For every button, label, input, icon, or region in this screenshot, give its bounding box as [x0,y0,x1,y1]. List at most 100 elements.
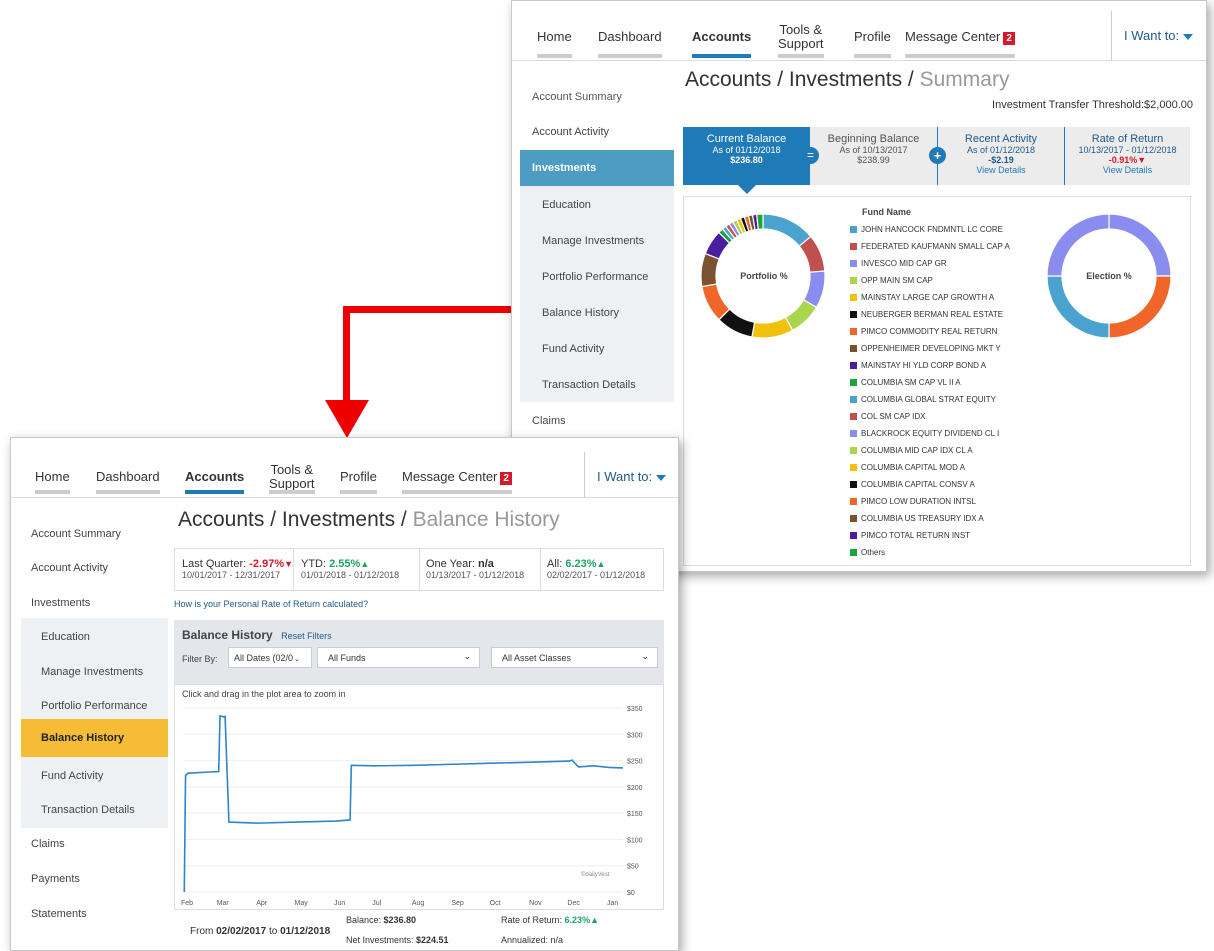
sidebar-item-account-summary[interactable]: Account Summary [512,91,667,103]
date-filter-select[interactable]: All Dates (02/0⌄ [228,647,312,668]
sidebar-item-transaction-details[interactable]: Transaction Details [11,804,166,816]
stat-range: 01/13/2017 - 01/12/2018 [426,570,525,580]
nav-home[interactable]: Home [35,470,70,494]
ror-help-link[interactable]: How is your Personal Rate of Return calc… [174,599,368,609]
sidebar-item-manage-investments[interactable]: Manage Investments [11,666,166,678]
stat-range: 02/02/2017 - 01/12/2018 [547,570,646,580]
nav-dashboard[interactable]: Dashboard [96,470,160,494]
sidebar-item-claims[interactable]: Claims [512,415,667,427]
y-tick-label: $50 [627,864,639,871]
sidebar-item-education[interactable]: Education [512,199,667,211]
x-tick-label: Apr [256,900,268,907]
nav-tools-support[interactable]: Tools & Support [269,463,315,494]
top-nav: Home Dashboard Accounts Tools & Support P… [11,438,678,510]
election-label: Election % [1086,271,1132,281]
up-arrow-icon: ▲ [596,559,606,569]
sidebar-item-fund-activity[interactable]: Fund Activity [11,770,166,782]
i-want-to-dropdown[interactable]: I Want to: [584,452,678,498]
nav-message-center[interactable]: Message Center 2 [402,470,512,494]
balance-summary: Balance: $236.80 [346,915,416,925]
legend-item: COLUMBIA SM CAP VL II A [850,374,1010,391]
fund-filter-select[interactable]: All Funds ⌄ [317,647,480,668]
sidebar-item-claims[interactable]: Claims [11,838,166,850]
view-details-link[interactable]: View Details [938,165,1064,175]
page-title: Accounts / Investments / Summary [685,68,1009,92]
x-tick-label: Feb [181,900,193,907]
card-date: As of 01/12/2018 [712,145,781,155]
sidebar-item-account-summary[interactable]: Account Summary [11,528,166,540]
up-arrow-icon: ▲ [590,915,599,925]
nav-message-center[interactable]: Message Center 2 [905,30,1015,58]
sidebar-item-manage-investments[interactable]: Manage Investments [512,235,667,247]
stat-label: All: [547,558,566,570]
nav-home-label: Home [537,29,572,44]
plus-icon: + [929,147,946,164]
i-want-to-dropdown[interactable]: I Want to: [1111,11,1206,61]
nav-profile[interactable]: Profile [340,470,377,494]
card-beginning-balance[interactable]: Beginning Balance As of 10/13/2017 $238.… [810,127,937,185]
card-recent-activity[interactable]: Recent Activity As of 01/12/2018 -$2.19 … [937,127,1064,185]
panel-title: Balance History [182,628,273,642]
page-title: Accounts / Investments / Balance History [178,508,560,532]
sidebar-item-account-activity[interactable]: Account Activity [512,126,667,138]
donut-slice [1108,275,1172,339]
card-rate-of-return[interactable]: Rate of Return 10/13/2017 - 01/12/2018 -… [1064,127,1190,185]
nav-tools-support[interactable]: Tools & Support [778,23,824,58]
sidebar-item-balance-history[interactable]: Balance History [21,719,168,757]
card-label: Beginning Balance [827,133,920,145]
nav-accounts[interactable]: Accounts [684,18,760,74]
sidebar-item-portfolio-performance[interactable]: Portfolio Performance [11,700,166,712]
sidebar: Account Summary Account Activity Investm… [11,498,168,950]
title-current: Balance History [412,508,560,531]
up-arrow-icon: ▲ [360,559,370,569]
card-date: As of 01/12/2018 [966,145,1036,155]
title-current: Summary [919,68,1010,91]
nav-support-label: Support [778,36,824,51]
balance-chart-area[interactable]: Click and drag in the plot area to zoom … [174,684,664,910]
connector-arrow-h [343,306,526,313]
x-tick-label: Mar [217,900,230,907]
card-value: $236.80 [730,155,763,165]
sidebar-item-statements[interactable]: Statements [11,908,166,920]
sidebar-item-investments[interactable]: Investments [520,150,674,186]
nav-home[interactable]: Home [537,29,572,58]
caret-down-icon [656,474,667,481]
legend-label: OPPENHEIMER DEVELOPING MKT Y [861,344,1001,353]
legend-item: PIMCO LOW DURATION INTSL [850,493,1010,510]
sidebar-item-transaction-details[interactable]: Transaction Details [512,379,667,391]
view-details-link[interactable]: View Details [1065,165,1190,175]
legend-swatch [850,498,857,505]
nav-profile[interactable]: Profile [854,30,891,58]
chevron-down-icon: ⌄ [294,656,300,663]
sidebar-item-portfolio-performance[interactable]: Portfolio Performance [512,271,667,283]
stat-label: One Year: [426,558,478,570]
legend-swatch [850,379,857,386]
i-want-to-label: I Want to: [597,469,653,484]
donut-slice [1108,213,1172,277]
sidebar-item-balance-history[interactable]: Balance History [512,307,667,319]
legend-item: BLACKROCK EQUITY DIVIDEND CL I [850,425,1010,442]
legend-label: PIMCO TOTAL RETURN INST [861,531,971,540]
nav-dashboard[interactable]: Dashboard [598,30,662,58]
x-tick-label: Dec [567,900,580,907]
balance-history-window: Home Dashboard Accounts Tools & Support P… [10,437,679,951]
sidebar-item-education[interactable]: Education [11,631,166,643]
legend-label: COLUMBIA CAPITAL CONSV A [861,480,975,489]
stat-value: -2.97% [249,558,285,570]
sidebar-submenu [520,186,674,402]
sidebar-item-account-activity[interactable]: Account Activity [11,562,166,574]
asset-class-filter-select[interactable]: All Asset Classes ⌄ [491,647,658,668]
card-current-balance[interactable]: Current Balance As of 01/12/2018 $236.80 [683,127,810,185]
nav-accounts[interactable]: Accounts [177,453,253,510]
legend-item: PIMCO TOTAL RETURN INST [850,527,1010,544]
sidebar-item-payments[interactable]: Payments [11,873,166,885]
sidebar-item-investments[interactable]: Investments [11,597,166,609]
reset-filters-link[interactable]: Reset Filters [281,631,332,641]
net-investments-label: Net Investments: [346,935,417,945]
donut-slice [751,316,794,339]
legend-swatch [850,447,857,454]
donut-slice [756,213,764,230]
x-tick-label: Jul [372,900,381,907]
sidebar-item-fund-activity[interactable]: Fund Activity [512,343,667,355]
stat-value: 6.23% [565,558,597,570]
